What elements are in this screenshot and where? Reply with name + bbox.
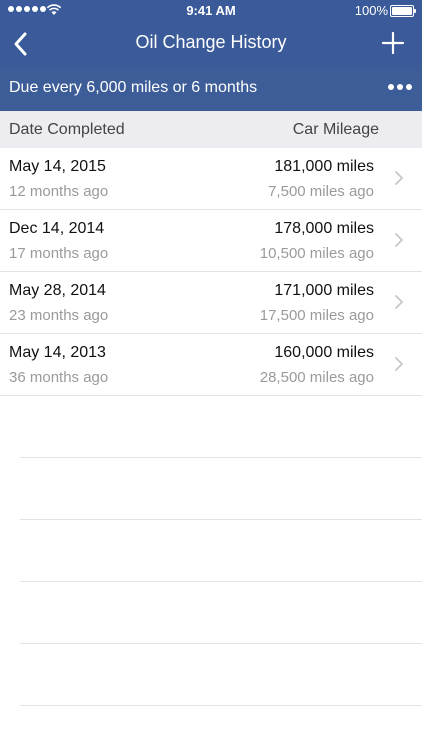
chevron-right-icon <box>395 171 403 185</box>
row-months-ago: 12 months ago <box>9 183 109 200</box>
more-options-button[interactable] <box>388 84 412 90</box>
navigation-bar: Oil Change History <box>0 22 422 66</box>
row-months-ago: 17 months ago <box>9 245 109 262</box>
row-date: Dec 14, 2014 <box>9 220 105 237</box>
row-date: May 14, 2015 <box>9 158 106 175</box>
list-item[interactable]: May 14, 2015 12 months ago 181,000 miles… <box>0 148 422 210</box>
oil-change-list: May 14, 2015 12 months ago 181,000 miles… <box>0 148 422 396</box>
empty-row-divider <box>20 458 422 520</box>
chevron-right-icon <box>395 357 403 371</box>
list-item[interactable]: May 14, 2013 36 months ago 160,000 miles… <box>0 334 422 396</box>
empty-row-divider <box>20 520 422 582</box>
empty-row-divider <box>20 582 422 644</box>
row-mileage: 178,000 miles <box>274 220 374 237</box>
add-button[interactable] <box>380 28 406 58</box>
chevron-right-icon <box>395 295 403 309</box>
schedule-text: Due every 6,000 miles or 6 months <box>9 79 258 96</box>
column-car-mileage: Car Mileage <box>292 121 379 138</box>
chevron-right-icon <box>395 233 403 247</box>
header: 9:41 AM 100% Oil Change History <box>0 0 422 66</box>
row-miles-ago: 28,500 miles ago <box>259 369 374 386</box>
row-mileage: 171,000 miles <box>274 282 374 299</box>
row-months-ago: 36 months ago <box>9 369 109 386</box>
row-miles-ago: 10,500 miles ago <box>259 245 374 262</box>
row-mileage: 160,000 miles <box>274 344 374 361</box>
schedule-banner: Due every 6,000 miles or 6 months <box>0 66 422 111</box>
ellipsis-icon <box>388 84 394 90</box>
row-miles-ago: 7,500 miles ago <box>268 183 374 200</box>
column-header: Date Completed Car Mileage <box>0 111 422 148</box>
empty-row-divider <box>20 644 422 706</box>
page-title: Oil Change History <box>135 32 287 52</box>
empty-row-divider <box>20 396 422 458</box>
column-date-completed: Date Completed <box>9 121 125 138</box>
row-date: May 28, 2014 <box>9 282 106 299</box>
battery-icon <box>390 5 416 17</box>
empty-table-area <box>0 396 422 706</box>
row-date: May 14, 2013 <box>9 344 106 361</box>
plus-icon <box>381 31 405 55</box>
row-miles-ago: 17,500 miles ago <box>259 307 374 324</box>
list-item[interactable]: May 28, 2014 23 months ago 171,000 miles… <box>0 272 422 334</box>
row-months-ago: 23 months ago <box>9 307 109 324</box>
battery-percent: 100% <box>354 3 388 18</box>
status-bar: 9:41 AM 100% <box>0 0 422 22</box>
row-mileage: 181,000 miles <box>274 158 374 175</box>
list-item[interactable]: Dec 14, 2014 17 months ago 178,000 miles… <box>0 210 422 272</box>
